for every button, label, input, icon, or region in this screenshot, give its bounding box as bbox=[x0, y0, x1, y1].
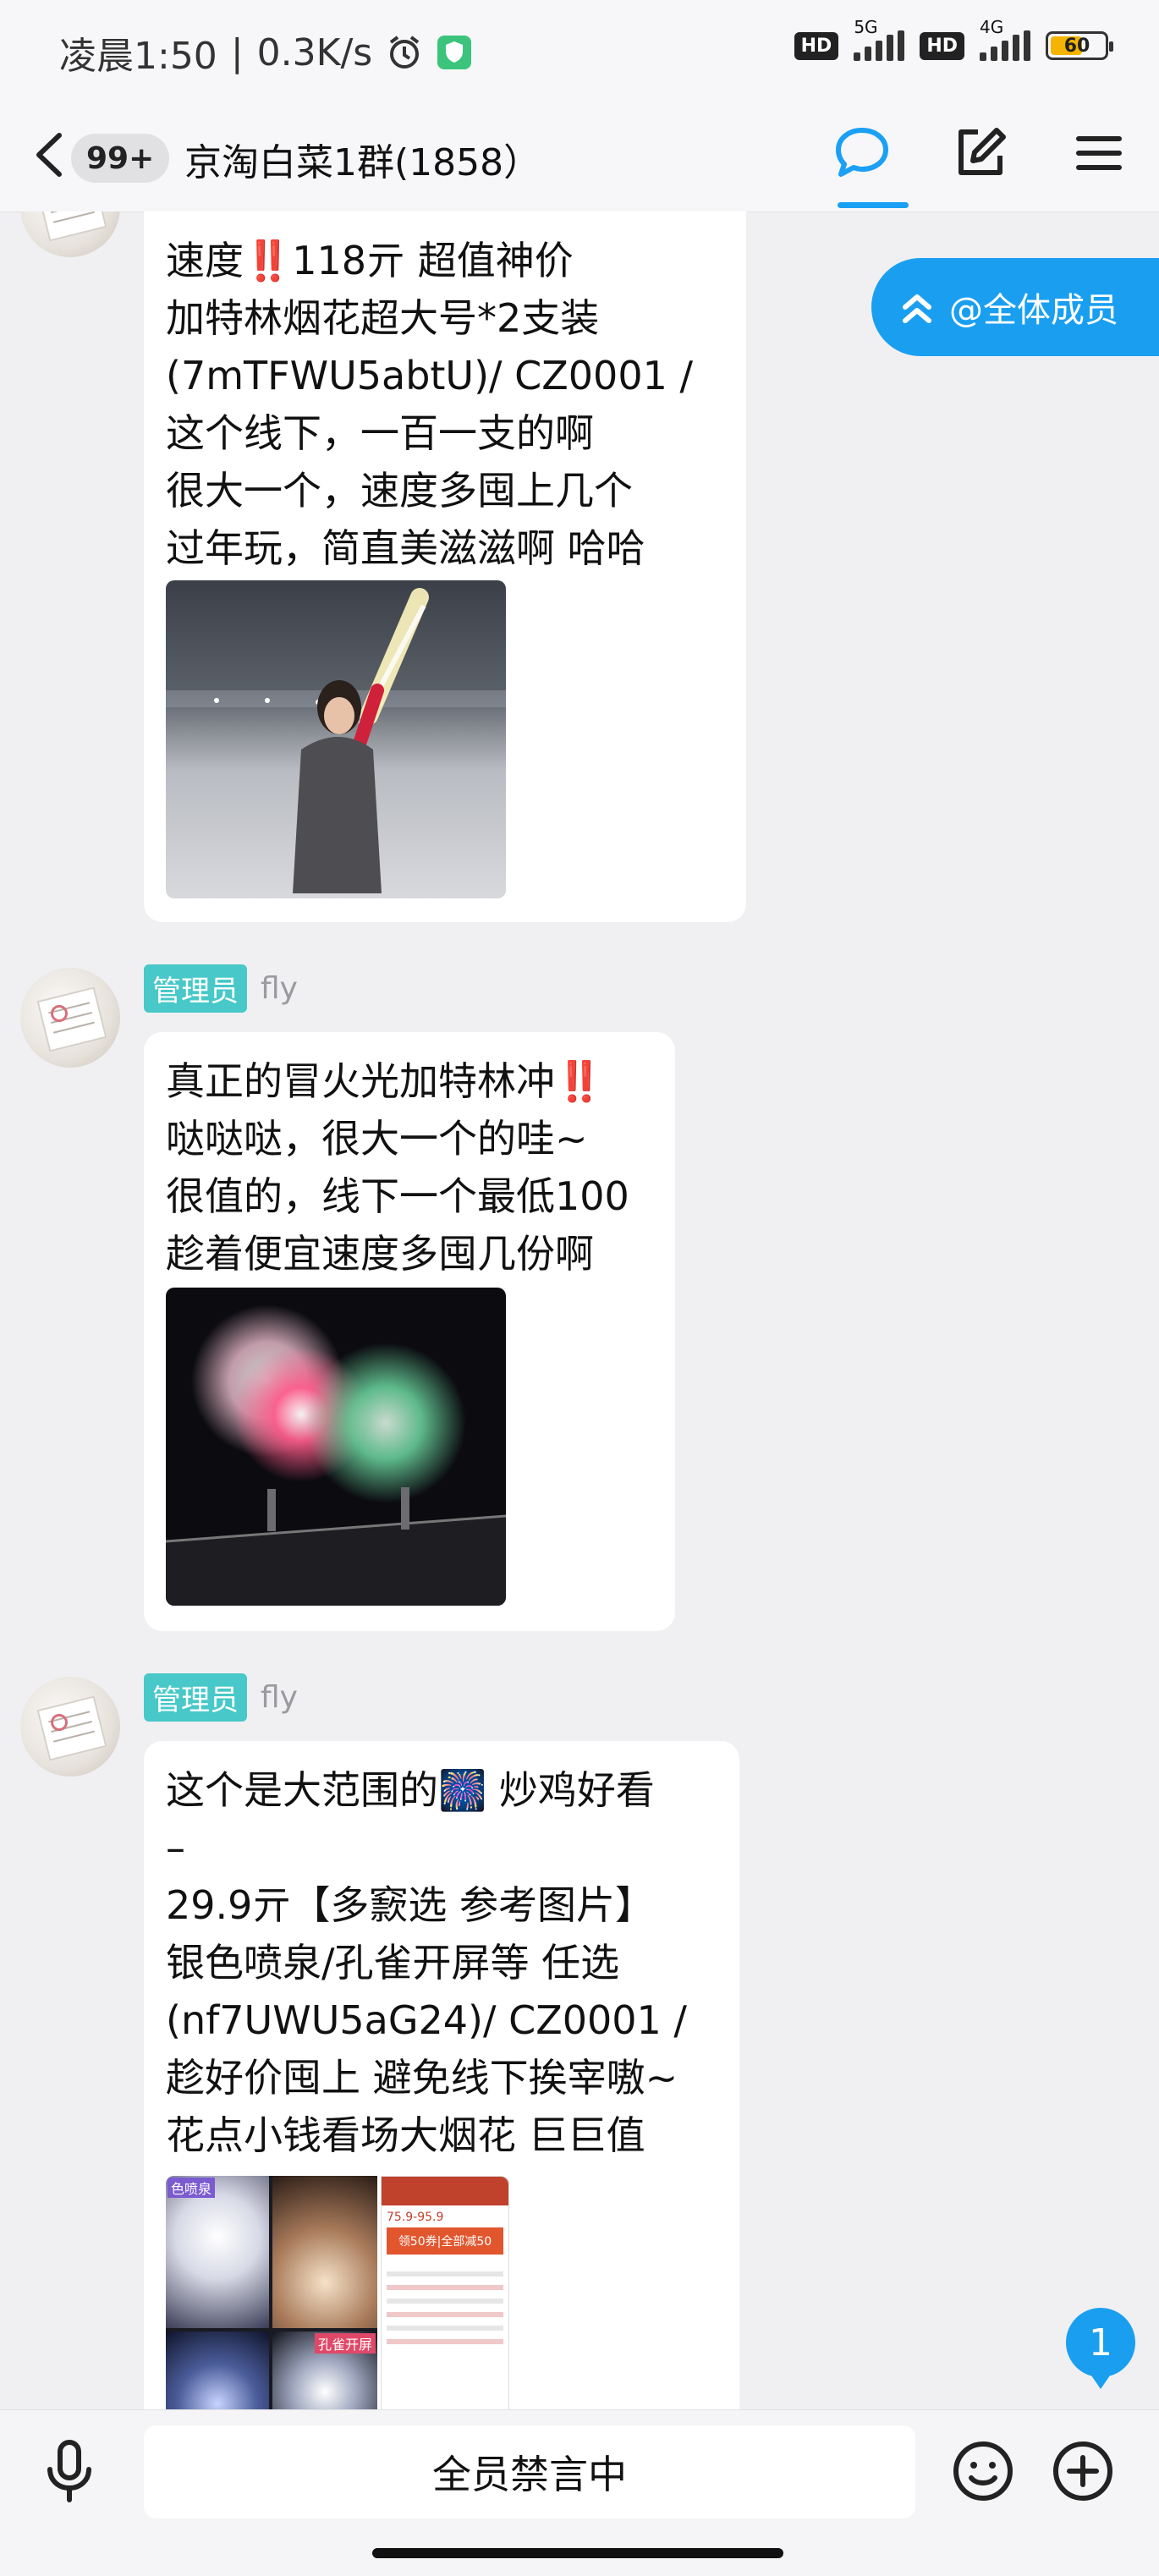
more-actions-button[interactable] bbox=[1042, 2430, 1123, 2512]
message-line: 这个线下，一百一支的啊 bbox=[166, 410, 594, 456]
message-line: (7mTFWU5abtU)/ CZ0001 / bbox=[166, 353, 693, 398]
muted-input-field: 全员禁言中 bbox=[144, 2425, 915, 2518]
message-list[interactable]: 速度‼️118亓 超值神价 加特林烟花超大号*2支装 (7mTFWU5abtU)… bbox=[0, 211, 1159, 2411]
hd-badge: HD bbox=[794, 31, 839, 60]
status-time: 凌晨1:50 bbox=[59, 35, 217, 78]
sender-info: 管理员 fly bbox=[144, 1673, 298, 1722]
grid-label: 孔雀开屏 bbox=[314, 2333, 376, 2354]
status-separator: | bbox=[230, 30, 244, 74]
smiley-icon bbox=[953, 2441, 1013, 2501]
status-left: 凌晨1:50 | 0.3K/s bbox=[59, 25, 472, 80]
promo-range: 75.9-95.9 bbox=[387, 2211, 444, 2224]
chat-header: 99+ 京淘白菜1群(1858） bbox=[0, 102, 1159, 212]
promo-screenshot-image[interactable]: 75.9-95.9 领50券|全部减50 bbox=[381, 2176, 509, 2411]
sender-info: 管理员 fly bbox=[144, 964, 298, 1013]
unread-count-badge[interactable]: 99+ bbox=[71, 134, 170, 183]
firework-photo-graphic bbox=[166, 588, 506, 893]
firework-photo-graphic bbox=[166, 1304, 506, 1606]
battery-level: 60 bbox=[1063, 35, 1090, 57]
message-line: 速度‼️118亓 超值神价 bbox=[166, 238, 574, 283]
alarm-icon bbox=[390, 36, 420, 69]
message-image[interactable] bbox=[166, 580, 506, 898]
message-line: (nf7UWU5aG24)/ CZ0001 / bbox=[166, 1997, 687, 2043]
message-line: 很值的，线下一个最低100 bbox=[166, 1173, 629, 1219]
signal-4g-label: 4G bbox=[980, 17, 1004, 37]
sender-name[interactable]: fly bbox=[261, 1680, 298, 1715]
voice-button[interactable] bbox=[29, 2430, 110, 2512]
message-line: 银色喷泉/孔雀开屏等 任选 bbox=[166, 1940, 620, 1986]
message-line: 这个是大范围的🎆 炒鸡好看 bbox=[166, 1767, 655, 1813]
grid-cell: 色喷泉 bbox=[166, 2176, 269, 2328]
message-line: 花点小钱看场大烟花 巨巨值 bbox=[166, 2112, 645, 2158]
avatar[interactable] bbox=[20, 1677, 120, 1777]
message-line: 趁好价囤上 避免线下挨宰嗷~ bbox=[166, 2055, 678, 2101]
new-message-count-button[interactable]: 1 bbox=[1066, 2308, 1135, 2389]
status-net-speed: 0.3K/s bbox=[256, 30, 373, 74]
grid-cell bbox=[166, 2332, 269, 2411]
avatar[interactable] bbox=[20, 968, 120, 1068]
message-line: 趁着便宜速度多囤几份啊 bbox=[166, 1231, 594, 1277]
microphone-icon bbox=[47, 2440, 91, 2502]
message-image[interactable] bbox=[166, 1288, 506, 1606]
admin-badge: 管理员 bbox=[144, 964, 247, 1013]
grid-cell bbox=[272, 2176, 377, 2328]
chat-bubble-icon bbox=[836, 128, 888, 177]
message-bubble-3[interactable]: 这个是大范围的🎆 炒鸡好看 – 29.9亓【多窾选 参考图片】 银色喷泉/孔雀开… bbox=[144, 1741, 739, 2411]
status-bar: 凌晨1:50 | 0.3K/s HD 5G HD 4G 60 bbox=[0, 0, 1159, 102]
battery-icon: 60 bbox=[1046, 31, 1113, 60]
shield-icon bbox=[437, 36, 472, 69]
grid-cell: 孔雀开屏 bbox=[272, 2332, 377, 2411]
message-bubble-1[interactable]: 速度‼️118亓 超值神价 加特林烟花超大号*2支装 (7mTFWU5abtU)… bbox=[144, 211, 746, 922]
back-button[interactable] bbox=[25, 125, 76, 184]
message-line: 很大一个，速度多囤上几个 bbox=[166, 468, 633, 514]
message-line: 真正的冒火光加特林冲‼️ bbox=[166, 1058, 604, 1104]
promo-coupon: 领50券|全部减50 bbox=[387, 2227, 503, 2255]
product-grid-image[interactable]: 色喷泉 孔雀开屏 bbox=[166, 2176, 377, 2411]
menu-button[interactable] bbox=[1064, 118, 1134, 188]
double-chevron-up-icon bbox=[903, 294, 931, 323]
emoji-button[interactable] bbox=[942, 2430, 1024, 2512]
status-right: HD 5G HD 4G 60 bbox=[794, 17, 1113, 61]
active-tab-indicator bbox=[838, 202, 909, 208]
chat-tab-button[interactable] bbox=[827, 118, 897, 188]
message-line: 加特林烟花超大号*2支装 bbox=[166, 295, 600, 341]
message-line: – bbox=[166, 1825, 185, 1870]
signal-5g-label: 5G bbox=[854, 17, 878, 37]
header-actions bbox=[827, 118, 1134, 188]
chevron-left-icon bbox=[36, 133, 62, 177]
signal-5g-icon: 5G bbox=[854, 17, 905, 61]
grid-label: 色喷泉 bbox=[168, 2178, 216, 2198]
edit-button[interactable] bbox=[946, 118, 1015, 188]
chat-title: 京淘白菜1群(1858） bbox=[184, 141, 541, 184]
home-indicator[interactable] bbox=[372, 2548, 783, 2558]
message-line: 哒哒哒，很大一个的哇~ bbox=[166, 1116, 588, 1162]
mention-all-label: @全体成员 bbox=[949, 291, 1118, 330]
promo-header bbox=[382, 2177, 508, 2205]
promo-lines bbox=[382, 2258, 508, 2358]
admin-badge: 管理员 bbox=[144, 1673, 247, 1722]
sender-name[interactable]: fly bbox=[261, 971, 298, 1006]
edit-icon bbox=[959, 128, 1006, 175]
hd-badge-2: HD bbox=[920, 31, 964, 60]
signal-4g-icon: 4G bbox=[980, 17, 1030, 61]
message-bubble-2[interactable]: 真正的冒火光加特林冲‼️ 哒哒哒，很大一个的哇~ 很值的，线下一个最低100 趁… bbox=[144, 1032, 675, 1631]
message-line: 29.9亓【多窾选 参考图片】 bbox=[166, 1882, 655, 1928]
avatar[interactable] bbox=[20, 211, 120, 257]
plus-circle-icon bbox=[1053, 2441, 1112, 2501]
hamburger-menu-icon bbox=[1076, 136, 1122, 170]
message-line: 过年玩，简直美滋滋啊 哈哈 bbox=[166, 525, 645, 571]
mention-all-jump-button[interactable]: @全体成员 bbox=[871, 258, 1159, 356]
